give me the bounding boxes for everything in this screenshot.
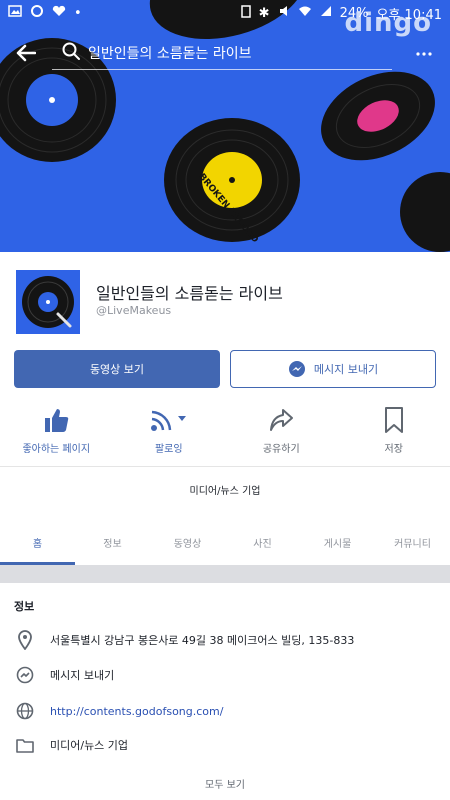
watch-video-button[interactable]: 동영상 보기 — [14, 350, 220, 388]
watch-video-label: 동영상 보기 — [89, 363, 145, 376]
messenger-outline-icon — [16, 666, 34, 684]
page-username: @LiveMakeus — [96, 304, 172, 317]
save-label: 저장 — [384, 444, 403, 455]
top-search-bar: 일반인들의 소름돋는 라이브 — [0, 36, 450, 70]
tab-community[interactable]: 커뮤니티 — [375, 520, 450, 564]
more-options-button[interactable] — [416, 40, 432, 61]
tab-posts[interactable]: 게시물 — [300, 520, 375, 564]
following-action[interactable]: 팔로잉 — [113, 400, 226, 466]
bluetooth-icon: ✱ — [258, 5, 270, 21]
messenger-icon — [288, 361, 305, 377]
like-page-label: 좋아하는 페이지 — [22, 444, 91, 455]
signal-icon — [320, 5, 332, 21]
page-header: 일반인들의 소름돋는 라이브 @LiveMakeus — [0, 252, 450, 342]
screen: BROKEN RECORD • ✱ 24% 오후 10:41 dingo 일반인… — [0, 0, 450, 800]
more-dots-icon — [416, 52, 432, 56]
section-separator — [0, 565, 450, 583]
message-row[interactable]: 메시지 보내기 — [0, 660, 450, 690]
page-tabs: 홈 정보 동영상 사진 게시물 커뮤니티 — [0, 520, 450, 564]
mute-icon — [278, 4, 290, 22]
address-row[interactable]: 서울특별시 강남구 봉은사로 49길 38 메이크어스 빌딩, 135-833 — [0, 625, 450, 655]
back-button[interactable] — [0, 36, 52, 70]
tab-home[interactable]: 홈 — [0, 520, 75, 564]
following-label: 팔로잉 — [154, 444, 183, 455]
profile-picture[interactable] — [14, 268, 82, 336]
save-action[interactable]: 저장 — [338, 400, 450, 466]
see-all-button[interactable]: 모두 보기 — [0, 776, 450, 791]
category-row[interactable]: 미디어/뉴스 기업 — [0, 730, 450, 760]
thumbs-up-icon — [45, 409, 69, 432]
info-section-title: 정보 — [14, 600, 35, 613]
follow-feed-icon — [150, 410, 186, 431]
send-message-label: 메시지 보내기 — [313, 363, 379, 376]
divider — [0, 466, 450, 467]
vinyl-record-4 — [321, 71, 435, 161]
like-page-action[interactable]: 좋아하는 페이지 — [0, 400, 113, 466]
folder-icon — [16, 739, 34, 753]
bookmark-icon — [384, 407, 403, 433]
share-icon — [270, 409, 294, 431]
search-icon — [62, 42, 80, 64]
page-category: 미디어/뉴스 기업 — [189, 486, 261, 497]
gallery-notification-icon — [8, 5, 22, 21]
more-notifications-icon: • — [74, 5, 82, 21]
sync-notification-icon — [30, 4, 44, 22]
share-action[interactable]: 공유하기 — [225, 400, 338, 466]
tab-photos[interactable]: 사진 — [225, 520, 300, 564]
search-text: 일반인들의 소름돋는 라이브 — [88, 45, 252, 62]
vinyl-record-5 — [400, 172, 450, 252]
tab-videos[interactable]: 동영상 — [150, 520, 225, 564]
address-text: 서울특별시 강남구 봉은사로 49길 38 메이크어스 빌딩, 135-833 — [50, 634, 355, 647]
back-arrow-icon — [16, 44, 36, 62]
message-text: 메시지 보내기 — [50, 669, 115, 682]
location-pin-icon — [18, 630, 32, 650]
heart-notification-icon — [52, 5, 66, 21]
dingo-watermark: dingo — [344, 8, 432, 38]
send-message-button[interactable]: 메시지 보내기 — [230, 350, 436, 388]
battery-saver-icon — [240, 4, 251, 22]
vinyl-record-icon — [22, 276, 74, 328]
category-text: 미디어/뉴스 기업 — [50, 739, 129, 752]
page-actions: 좋아하는 페이지 팔로잉 공유하기 저장 — [0, 400, 450, 466]
page-title: 일반인들의 소름돋는 라이브 — [96, 284, 283, 303]
share-label: 공유하기 — [262, 444, 300, 455]
website-row[interactable]: http://contents.godofsong.com/ — [0, 696, 450, 726]
vinyl-record-3 — [164, 118, 300, 242]
tab-about[interactable]: 정보 — [75, 520, 150, 564]
globe-icon — [16, 702, 34, 720]
wifi-icon — [298, 5, 312, 21]
website-link[interactable]: http://contents.godofsong.com/ — [50, 705, 223, 718]
search-input[interactable]: 일반인들의 소름돋는 라이브 — [52, 36, 392, 70]
